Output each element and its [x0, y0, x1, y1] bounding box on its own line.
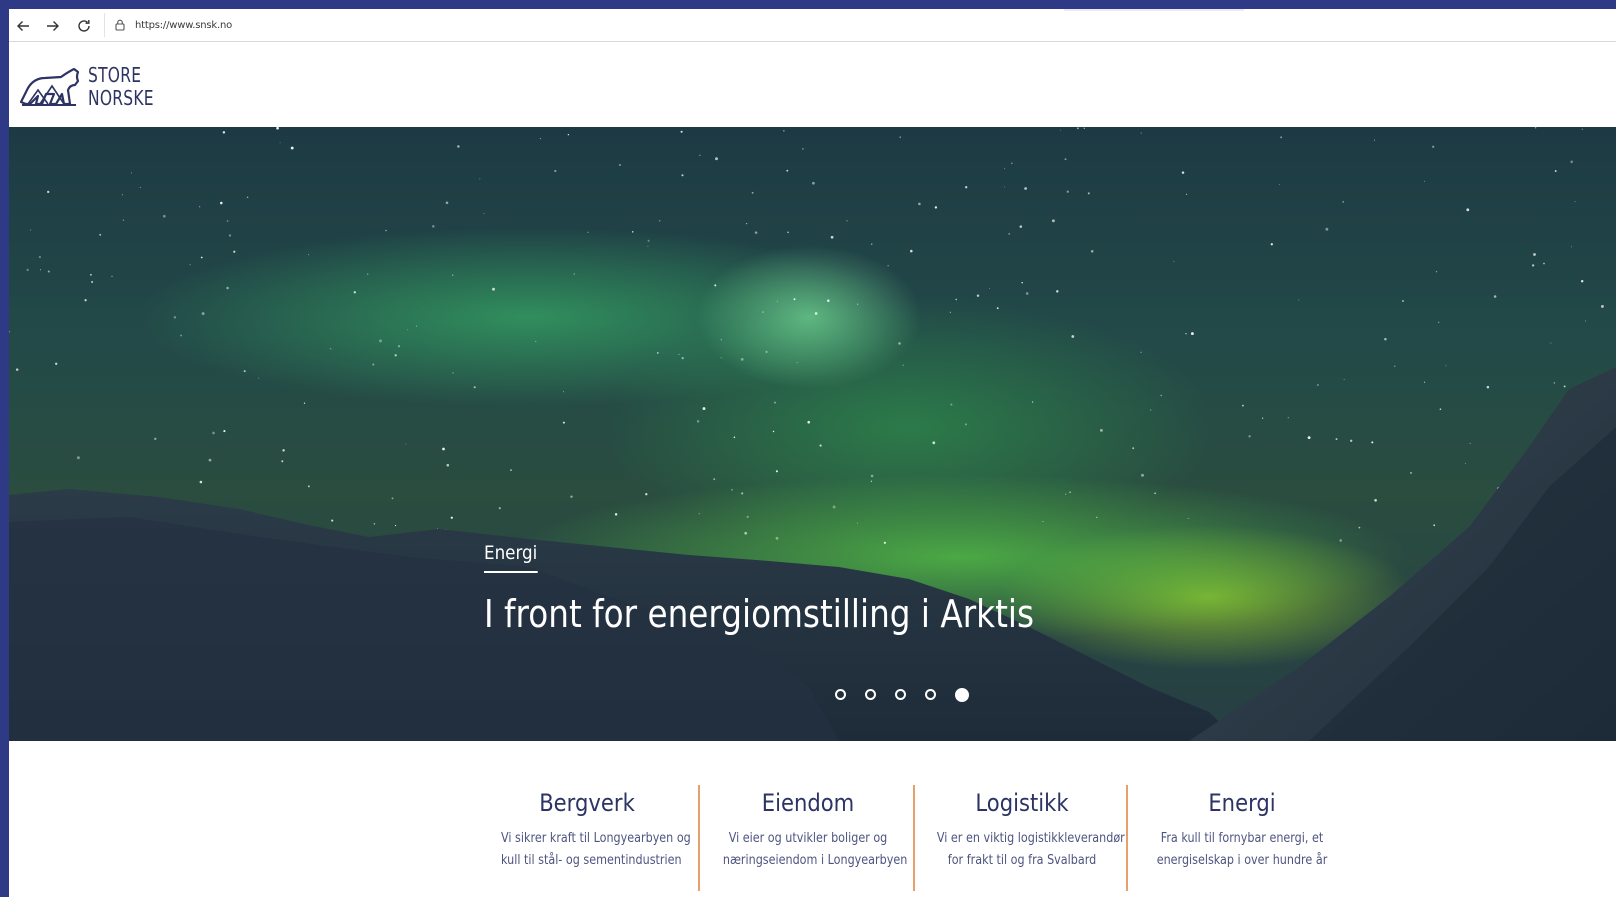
url-text: https://www.snsk.no [135, 19, 233, 31]
feature-description: Fra kull til fornybar energi, et energis… [1153, 828, 1330, 872]
arrow-right-icon [47, 21, 59, 31]
feature-separator [1126, 785, 1128, 891]
browser-toolbar: https://www.snsk.no [9, 9, 1616, 42]
back-button[interactable] [12, 15, 34, 37]
site-header: STORE NORSKE [9, 42, 1616, 127]
feature-desc-line: Vi sikrer kraft til Longyearbyen og [501, 831, 691, 846]
feature-description: Vi er en viktig logistikkleverandør for … [936, 828, 1125, 872]
feature-title: Eiendom [761, 789, 855, 817]
logo-line-store: STORE [88, 63, 142, 87]
feature-description: Vi eier og utvikler boliger og næringsei… [722, 828, 908, 872]
mountain-silhouette [9, 367, 1616, 741]
logo-wordmark: STORE NORSKE [88, 64, 165, 110]
feature-desc-line: kull til stål- og sementindustrien [501, 853, 682, 868]
feature-desc-line: for frakt til og fra Svalbard [947, 853, 1097, 868]
carousel-dot-2[interactable] [865, 689, 876, 700]
feature-separator [698, 785, 700, 891]
feature-eiendom[interactable]: Eiendom Vi eier og utvikler boliger og n… [709, 781, 907, 887]
browser-window: https://www.snsk.no STORE NORSKE Energi … [9, 9, 1616, 897]
feature-bergverk[interactable]: Bergverk Vi sikrer kraft til Longyearbye… [487, 781, 691, 887]
carousel-dot-5[interactable] [955, 688, 969, 702]
lock-icon [113, 18, 127, 32]
reload-button[interactable] [73, 15, 95, 37]
feature-title: Logistikk [975, 789, 1069, 817]
business-areas: Bergverk Vi sikrer kraft til Longyearbye… [9, 741, 1616, 897]
feature-energi[interactable]: Energi Fra kull til fornybar energi, et … [1139, 781, 1345, 887]
feature-separator [913, 785, 915, 891]
forward-button[interactable] [42, 15, 64, 37]
polar-bear-logo-icon [19, 67, 80, 106]
toolbar-divider [104, 13, 105, 37]
feature-description: Vi sikrer kraft til Longyearbyen og kull… [501, 828, 691, 872]
feature-title: Energi [1208, 789, 1276, 817]
reload-icon [78, 20, 90, 32]
feature-desc-line: Vi eier og utvikler boliger og [728, 831, 888, 846]
address-bar[interactable]: https://www.snsk.no [113, 14, 1613, 36]
hero-carousel: Energi I front for energiomstilling i Ar… [9, 127, 1616, 741]
carousel-dot-3[interactable] [895, 689, 906, 700]
hero-headline: I front for energiomstilling i Arktis [484, 592, 1035, 636]
carousel-dots [835, 688, 969, 702]
feature-desc-line: energiselskap i over hundre år [1156, 853, 1328, 868]
feature-logistikk[interactable]: Logistikk Vi er en viktig logistikklever… [923, 781, 1125, 887]
feature-title: Bergverk [539, 789, 635, 817]
feature-desc-line: Fra kull til fornybar energi, et [1160, 831, 1324, 846]
hero-category-link[interactable]: Energi [484, 542, 538, 573]
feature-desc-line: næringseiendom i Longyearbyen [722, 853, 908, 868]
carousel-dot-1[interactable] [835, 689, 846, 700]
carousel-dot-4[interactable] [925, 689, 936, 700]
tab-strip-edge [1064, 9, 1244, 11]
arrow-left-icon [17, 21, 29, 31]
store-norske-logo[interactable]: STORE NORSKE [18, 64, 165, 110]
feature-desc-line: Vi er en viktig logistikkleverandør [936, 831, 1125, 846]
logo-line-norske: NORSKE [88, 86, 154, 110]
